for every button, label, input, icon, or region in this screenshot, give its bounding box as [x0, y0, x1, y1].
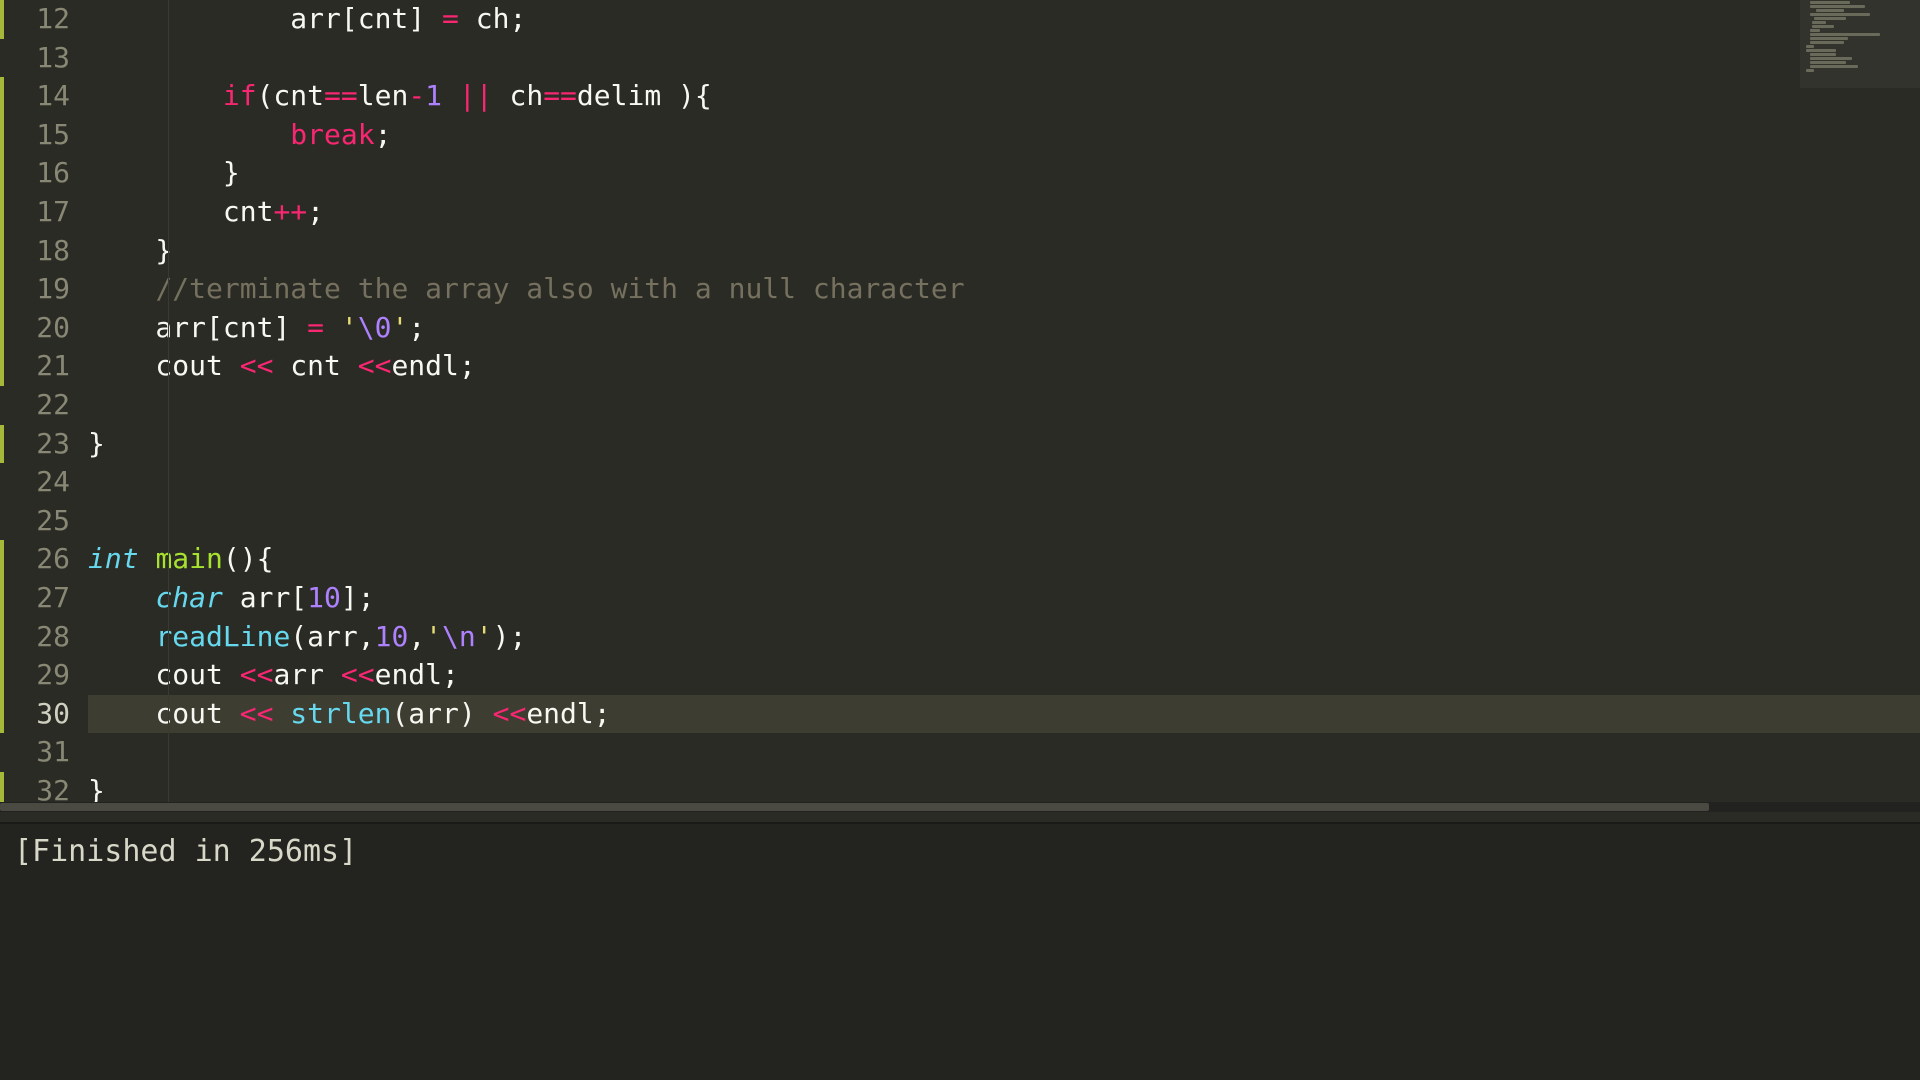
- code-line[interactable]: int main(){: [88, 540, 1920, 579]
- code-line[interactable]: arr[cnt] = '\0';: [88, 309, 1920, 348]
- line-number: 23: [0, 425, 88, 464]
- line-number: 26: [0, 540, 88, 579]
- build-status-text: [Finished in 256ms]: [14, 834, 1906, 869]
- code-line[interactable]: }: [88, 425, 1920, 464]
- code-line[interactable]: break;: [88, 116, 1920, 155]
- code-area[interactable]: arr[cnt] = ch; if(cnt==len-1 || ch==deli…: [88, 0, 1920, 812]
- line-number: 21: [0, 347, 88, 386]
- code-line[interactable]: //terminate the array also with a null c…: [88, 270, 1920, 309]
- code-line[interactable]: if(cnt==len-1 || ch==delim ){: [88, 77, 1920, 116]
- build-output-panel: [Finished in 256ms]: [0, 822, 1920, 1080]
- line-number: 27: [0, 579, 88, 618]
- line-number: 24: [0, 463, 88, 502]
- line-number: 30: [0, 695, 88, 734]
- minimap[interactable]: [1800, 0, 1920, 88]
- line-number: 17: [0, 193, 88, 232]
- code-line[interactable]: [88, 39, 1920, 78]
- code-line[interactable]: [88, 463, 1920, 502]
- code-editor[interactable]: 1213141516171819202122232425262728293031…: [0, 0, 1920, 812]
- code-line[interactable]: cnt++;: [88, 193, 1920, 232]
- code-line[interactable]: readLine(arr,10,'\n');: [88, 618, 1920, 657]
- line-number: 15: [0, 116, 88, 155]
- line-number-gutter: 1213141516171819202122232425262728293031…: [0, 0, 88, 812]
- line-number: 20: [0, 309, 88, 348]
- line-number: 31: [0, 733, 88, 772]
- indent-ruler: [168, 0, 169, 812]
- scrollbar-thumb[interactable]: [0, 803, 1709, 811]
- code-line[interactable]: [88, 733, 1920, 772]
- line-number: 12: [0, 0, 88, 39]
- code-line[interactable]: cout << strlen(arr) <<endl;: [88, 695, 1920, 734]
- line-number: 25: [0, 502, 88, 541]
- code-line[interactable]: [88, 502, 1920, 541]
- code-line[interactable]: cout << cnt <<endl;: [88, 347, 1920, 386]
- line-number: 18: [0, 232, 88, 271]
- line-number: 29: [0, 656, 88, 695]
- line-number: 22: [0, 386, 88, 425]
- line-number: 16: [0, 154, 88, 193]
- line-number: 14: [0, 77, 88, 116]
- code-line[interactable]: cout <<arr <<endl;: [88, 656, 1920, 695]
- code-line[interactable]: char arr[10];: [88, 579, 1920, 618]
- line-number: 19: [0, 270, 88, 309]
- line-number: 13: [0, 39, 88, 78]
- line-number: 28: [0, 618, 88, 657]
- horizontal-scrollbar[interactable]: [0, 802, 1920, 812]
- code-line[interactable]: arr[cnt] = ch;: [88, 0, 1920, 39]
- code-line[interactable]: }: [88, 232, 1920, 271]
- code-line[interactable]: [88, 386, 1920, 425]
- code-line[interactable]: }: [88, 154, 1920, 193]
